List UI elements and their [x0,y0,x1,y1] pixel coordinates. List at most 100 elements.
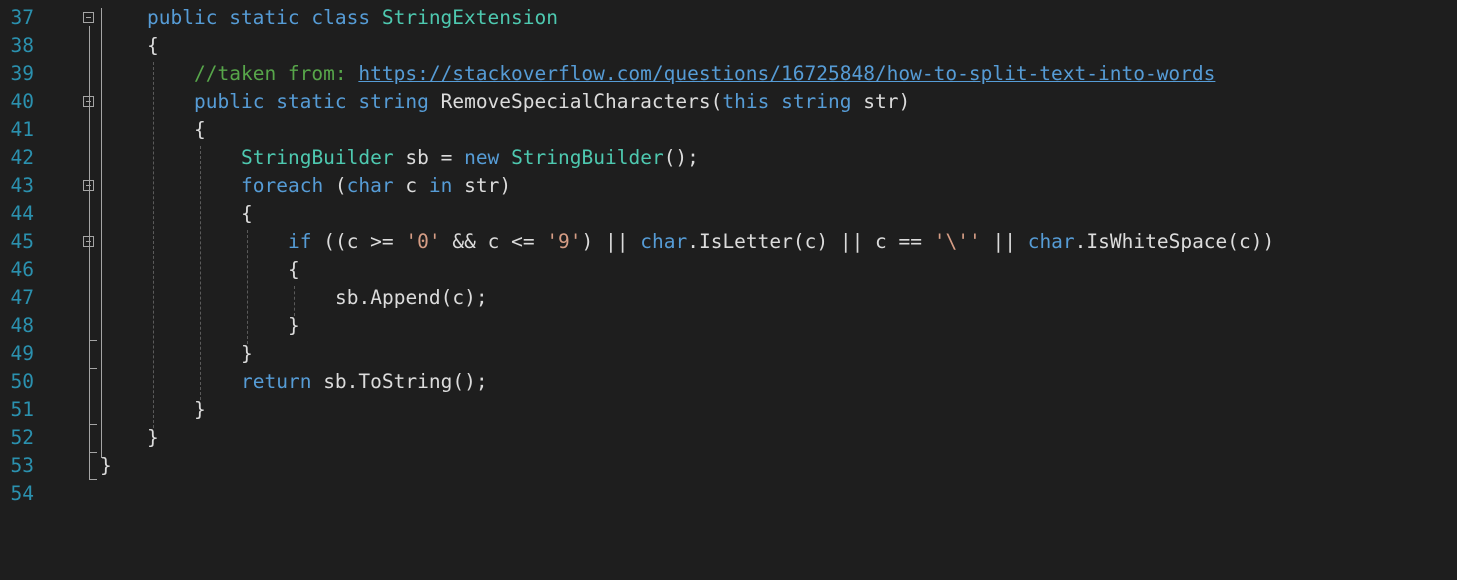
code-line[interactable]: 51} [0,396,1457,424]
line-number: 42 [10,146,34,169]
code-text: sb.Append(c); [335,284,488,312]
code-token: sb.ToString(); [311,370,488,393]
code-token: char [1027,230,1075,253]
code-token: RemoveSpecialCharacters( [428,90,723,113]
code-text: { [147,32,159,60]
code-token: ) || [581,230,641,253]
code-token: { [241,202,253,225]
line-number: 48 [10,314,34,337]
code-line[interactable]: 42 StringBuilder sb = new StringBuilder()… [0,144,1457,172]
code-token: { [194,118,206,141]
code-token: static [276,90,347,113]
indent-guide-4 [294,286,295,316]
line-number: 37 [10,6,34,29]
code-token: if [288,230,312,253]
code-token: str) [452,174,512,197]
code-line[interactable]: 39 //taken from: https://stackoverflow.co… [0,60,1457,88]
code-text: } [194,396,206,424]
code-line[interactable]: 40 public static string RemoveSpecialChar… [0,88,1457,116]
code-line[interactable]: 50 return sb.ToString(); [0,368,1457,396]
outline-end-52 [89,452,97,453]
code-token: sb = [393,146,465,169]
code-line[interactable]: 46 { [0,256,1457,284]
code-token: StringBuilder [511,146,664,169]
line-number: 38 [10,34,34,57]
code-line[interactable]: 43 foreach (char c in str) [0,172,1457,200]
code-line[interactable]: 37 public static class StringExtension [0,4,1457,32]
code-token: foreach [241,174,324,197]
code-token: public [194,90,265,113]
code-text: } [288,312,300,340]
line-number: 54 [10,482,34,505]
code-token: } [147,426,159,449]
code-text: //taken from: https://stackoverflow.com/… [194,60,1215,88]
code-token: && c <= [440,230,547,253]
line-number: 43 [10,174,34,197]
outline-end-51 [89,424,97,425]
code-token: .IsLetter(c) || c == [687,230,934,253]
code-token: class [311,6,371,29]
code-line[interactable]: 54 [0,480,1457,508]
outline-end-49 [89,368,97,369]
code-token: string [781,90,852,113]
code-text: if ((c >= '0' && c <= '9') || char.IsLet… [288,228,1274,256]
code-line[interactable]: 41 { [0,116,1457,144]
code-editor[interactable]: 37 public static class StringExtension 38 {… [0,0,1457,580]
code-token: in [428,174,453,197]
code-token: this [722,90,770,113]
outline-end-48 [89,340,97,341]
code-line[interactable]: 52} [0,424,1457,452]
indent-guide-3 [247,230,248,344]
code-line[interactable]: 45 if ((c >= '0' && c <= '9') || char.IsL… [0,228,1457,256]
code-text: StringBuilder sb = new StringBuilder(); [241,144,699,172]
line-number: 46 [10,258,34,281]
collapse-icon[interactable] [83,12,94,23]
code-token: (); [663,146,699,169]
code-token: ( [323,174,347,197]
code-token: .IsWhiteSpace(c)) [1074,230,1275,253]
code-text: public static class StringExtension [147,4,558,32]
code-line[interactable]: 53} [0,452,1457,480]
code-token: } [241,342,253,365]
code-line[interactable]: 38 { [0,32,1457,60]
code-token: StringExtension [381,6,558,29]
code-token: StringBuilder [241,146,394,169]
code-text: { [241,200,253,228]
code-token: '0' [405,230,441,253]
outline-line-outer [89,26,90,480]
line-number: 49 [10,342,34,365]
line-number: 45 [10,230,34,253]
outline-line-inner [101,8,102,458]
code-token: //taken from: [194,62,359,85]
line-number: 51 [10,398,34,421]
code-line[interactable]: 47 sb.Append(c); [0,284,1457,312]
indent-guide-1 [153,62,154,428]
code-text: foreach (char c in str) [241,172,511,200]
code-text: { [194,116,206,144]
code-token: c [393,174,429,197]
code-text: return sb.ToString(); [241,368,488,396]
line-number: 53 [10,454,34,477]
outline-end-53 [89,479,97,480]
line-number: 39 [10,62,34,85]
indent-guide-2 [200,146,201,400]
code-token: return [241,370,312,393]
comment-link[interactable]: https://stackoverflow.com/questions/1672… [358,62,1215,85]
code-text: public static string RemoveSpecialCharac… [194,88,910,116]
code-line[interactable]: 44 { [0,200,1457,228]
line-number: 40 [10,90,34,113]
code-token: { [147,34,159,57]
line-number: 50 [10,370,34,393]
code-token: str) [851,90,911,113]
code-line[interactable]: 49} [0,340,1457,368]
code-token: { [288,258,300,281]
code-token: ((c >= [311,230,406,253]
code-token: char [640,230,688,253]
code-line[interactable]: 48} [0,312,1457,340]
code-token: new [464,146,500,169]
